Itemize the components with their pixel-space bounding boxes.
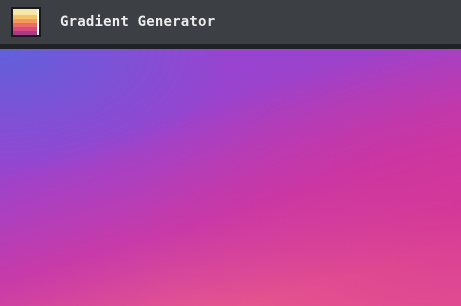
- gradient-preview: [0, 49, 461, 306]
- gradient-app-icon: [11, 7, 41, 37]
- app-title: Gradient Generator: [60, 14, 216, 30]
- gradient-preview-canvas[interactable]: [0, 49, 461, 306]
- title-bar: Gradient Generator: [0, 0, 461, 44]
- gradient-generator-window: Gradient Generator: [0, 0, 461, 306]
